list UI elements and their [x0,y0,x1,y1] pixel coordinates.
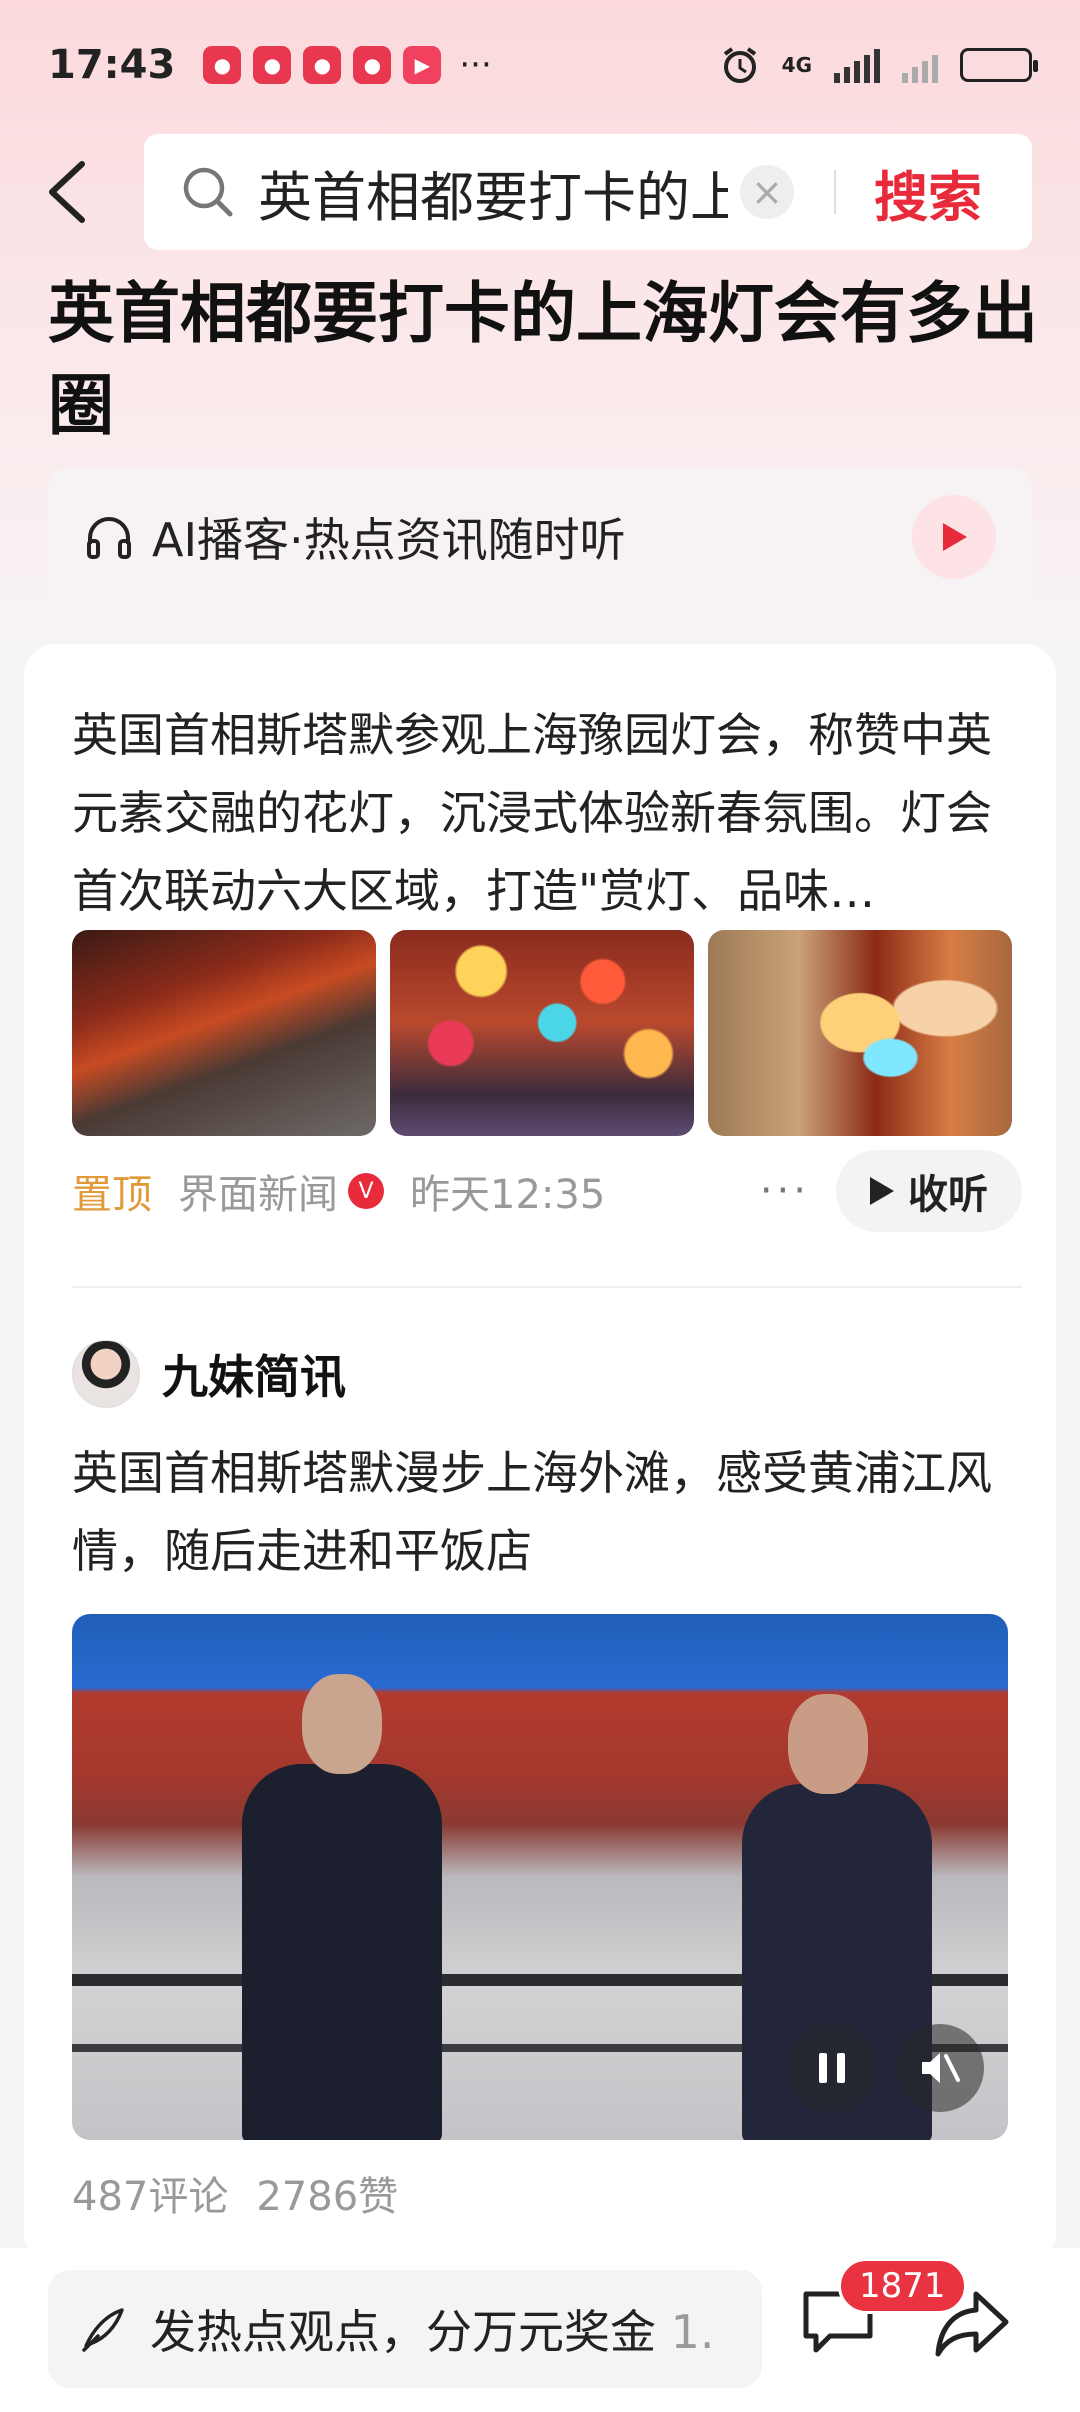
podcast-label: AI播客·热点资讯随时听 [152,513,626,567]
author-name[interactable]: 九妹简讯 [162,1341,346,1407]
author-row[interactable]: 九妹简讯 [72,1340,346,1408]
search-bar[interactable]: 英首相都要打卡的上海灯会有多出圈 × 搜索 [144,134,1032,250]
battery-icon [960,48,1038,82]
video-app-icon: ▶ [403,46,442,84]
video-player[interactable] [72,1614,1008,2140]
divider [834,170,836,214]
comment-placeholder: 发热点观点，分万元奖金 1.. [150,2296,710,2362]
article-meta: 置顶 界面新闻 V 昨天12:35 ··· 收听 [72,1146,1022,1236]
more-notifications-icon: ··· [459,45,492,85]
search-input[interactable]: 英首相都要打卡的上海灯会有多出圈 [258,153,728,232]
app-notification-icon: ● [303,46,342,84]
thumbnail-image[interactable] [72,930,376,1136]
article-thumbnails[interactable] [72,930,1012,1136]
status-time: 17:43 [48,42,176,88]
page-title: 英首相都要打卡的上海灯会有多出圈 [48,275,1038,444]
app-notification-icon: ● [253,46,292,84]
avatar[interactable] [72,1340,140,1408]
signal-icon-secondary [902,47,938,83]
network-type: 4G [781,53,812,77]
alarm-icon [723,47,756,83]
comment-placeholder-text: 发热点观点，分万元奖金 [150,2305,656,2359]
verified-icon: V [348,1173,384,1209]
comment-input[interactable]: 发热点观点，分万元奖金 1.. [48,2270,762,2388]
video-scene-person [242,1674,442,2140]
thumbnail-image[interactable] [390,930,694,1136]
source-name[interactable]: 界面新闻 [178,1162,338,1220]
signal-icon [834,47,880,83]
share-icon[interactable] [934,2288,1010,2358]
listen-label: 收听 [908,1172,988,1218]
app-notification-icon: ● [203,46,242,84]
article-summary[interactable]: 英国首相斯塔默参观上海豫园灯会，称赞中英元素交融的花灯，沉浸式体验新春氛围。灯会… [72,696,1022,930]
app-notification-icon: ● [353,46,392,84]
ai-podcast-bar[interactable]: AI播客·热点资讯随时听 [48,468,1032,606]
pause-icon [819,2053,845,2083]
thumbnail-image[interactable] [708,930,1012,1136]
play-button[interactable] [912,495,996,579]
search-icon [183,167,233,217]
status-bar: 17:43 ● ● ● ● ▶ ··· 4G [0,0,1080,130]
close-icon[interactable]: × [740,165,794,219]
news-card: 英国首相斯塔默参观上海豫园灯会，称赞中英元素交融的花灯，沉浸式体验新春氛围。灯会… [24,644,1056,2264]
like-count[interactable]: 2786赞 [256,2164,398,2222]
headphones-icon [87,517,131,559]
mute-button[interactable] [896,2024,984,2112]
play-icon [870,1177,894,1205]
play-icon [943,523,967,551]
comment-placeholder-suffix: 1.. [670,2305,710,2359]
publish-time: 昨天12:35 [410,1172,606,1218]
listen-button[interactable]: 收听 [836,1150,1022,1232]
search-button[interactable]: 搜索 [874,153,982,232]
post-text[interactable]: 英国首相斯塔默漫步上海外滩，感受黄浦江风情，随后走进和平饭店 [72,1434,1022,1590]
divider [72,1286,1022,1288]
comment-count[interactable]: 487评论 [72,2164,228,2222]
pause-button[interactable] [788,2024,876,2112]
chevron-left-icon [49,161,85,223]
more-options-icon[interactable]: ··· [760,1168,810,1214]
post-stats: 487评论 2786赞 [72,2164,398,2222]
pinned-label: 置顶 [72,1172,152,1218]
mute-icon [922,2053,960,2083]
back-button[interactable] [44,152,94,232]
pen-icon [82,2308,124,2352]
